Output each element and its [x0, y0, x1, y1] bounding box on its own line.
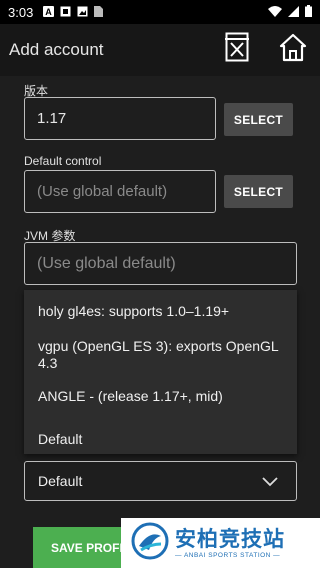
menu-item-holy-gl4es[interactable]: holy gl4es: supports 1.0–1.19+	[38, 303, 288, 320]
jvm-args-input[interactable]: (Use global default)	[24, 242, 297, 285]
image-icon	[77, 5, 88, 20]
square-icon	[60, 5, 71, 20]
menu-item-vgpu[interactable]: vgpu (OpenGL ES 3): exports OpenGL 4.3	[38, 338, 288, 372]
watermark: 安柏竞技站 — ANBAI SPORTS STATION —	[121, 518, 320, 568]
sim-icon	[94, 5, 104, 20]
home-icon	[278, 32, 308, 67]
version-select-button[interactable]: SELECT	[224, 103, 293, 136]
status-bar: 3:03 A	[0, 0, 320, 24]
menu-item-angle[interactable]: ANGLE - (release 1.17+, mid)	[38, 388, 288, 405]
discard-button[interactable]	[220, 32, 254, 66]
status-time: 3:03	[8, 4, 34, 20]
renderer-select[interactable]: Default	[24, 461, 297, 501]
signal-icon	[288, 5, 299, 20]
chevron-down-icon	[262, 474, 278, 490]
save-profile-button[interactable]: SAVE PROFILE	[33, 527, 133, 568]
app-bar: Add account	[0, 24, 320, 76]
home-button[interactable]	[276, 32, 310, 66]
version-field[interactable]: 1.17	[24, 97, 216, 140]
watermark-subtitle: — ANBAI SPORTS STATION —	[175, 551, 281, 559]
a-icon: A	[43, 5, 55, 20]
discard-icon	[225, 32, 249, 67]
default-control-select-button[interactable]: SELECT	[224, 175, 293, 208]
menu-item-default[interactable]: Default	[38, 431, 288, 448]
default-control-label: Default control	[24, 154, 102, 168]
battery-icon	[305, 4, 312, 20]
svg-text:A: A	[46, 7, 53, 17]
renderer-select-value: Default	[38, 473, 83, 489]
page-title: Add account	[9, 40, 104, 59]
default-control-field[interactable]: (Use global default)	[24, 170, 216, 213]
renderer-dropdown-menu: holy gl4es: supports 1.0–1.19+ vgpu (Ope…	[24, 290, 297, 454]
wifi-icon	[268, 5, 282, 20]
watermark-logo-icon	[131, 522, 169, 565]
watermark-title: 安柏竞技站	[175, 527, 285, 551]
